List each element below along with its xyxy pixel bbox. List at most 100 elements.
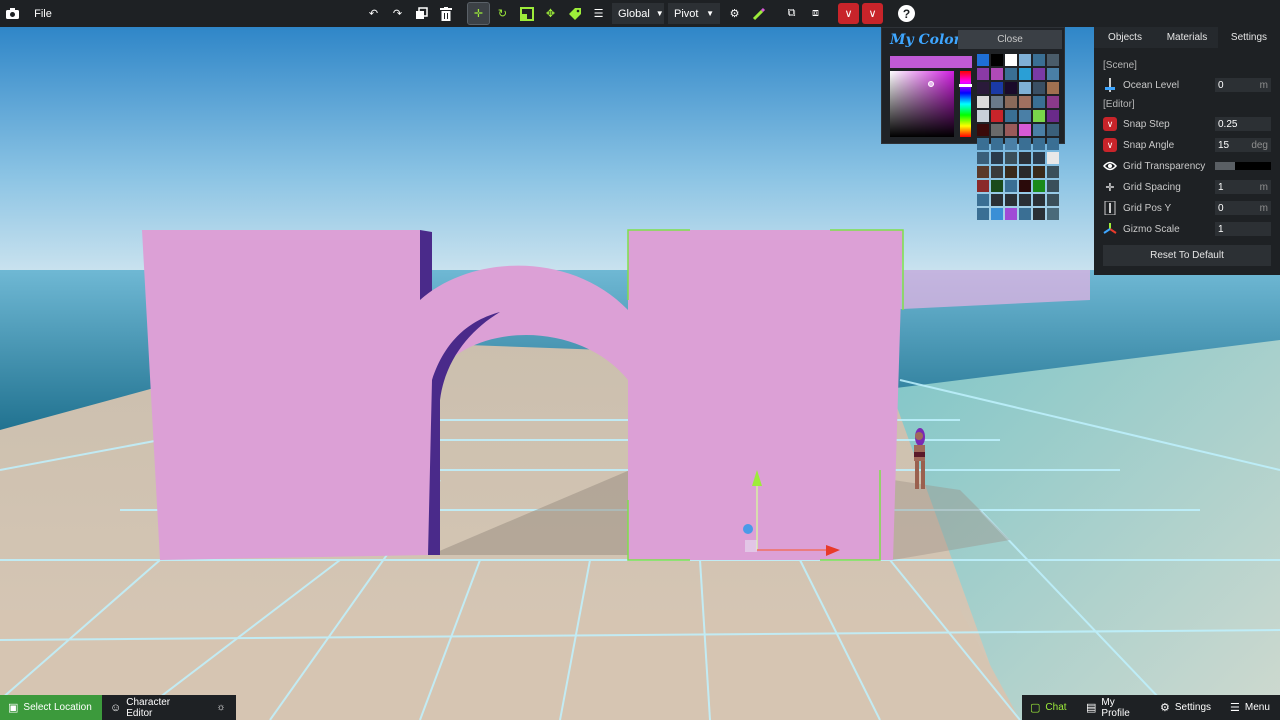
color-swatch[interactable]	[1019, 110, 1031, 122]
color-swatch[interactable]	[1033, 124, 1045, 136]
sv-handle[interactable]	[928, 81, 934, 87]
color-swatch[interactable]	[1005, 96, 1017, 108]
paint-tag-icon[interactable]	[564, 3, 585, 24]
ocean-level-input[interactable]: 0 m	[1215, 78, 1271, 92]
color-swatch[interactable]	[991, 96, 1003, 108]
menu-button[interactable]: ☰ Menu	[1222, 695, 1280, 720]
color-swatch[interactable]	[1019, 68, 1031, 80]
color-swatch[interactable]	[977, 54, 989, 66]
color-swatch[interactable]	[977, 138, 989, 150]
snap-magnet-icon[interactable]: ∨	[838, 3, 859, 24]
lighting-button[interactable]: ☼	[206, 695, 236, 720]
frame-all-icon[interactable]: ⧈	[805, 3, 826, 24]
color-swatch[interactable]	[1047, 152, 1059, 164]
color-swatch[interactable]	[1005, 110, 1017, 122]
color-swatch[interactable]	[1047, 138, 1059, 150]
color-swatch[interactable]	[991, 138, 1003, 150]
color-swatch[interactable]	[1019, 138, 1031, 150]
color-swatch[interactable]	[991, 82, 1003, 94]
color-swatch[interactable]	[1005, 208, 1017, 220]
wall-left-block[interactable]	[142, 230, 428, 560]
color-swatch[interactable]	[977, 166, 989, 178]
color-swatch[interactable]	[1019, 82, 1031, 94]
color-swatch[interactable]	[977, 68, 989, 80]
reset-to-default-button[interactable]: Reset To Default	[1103, 245, 1271, 266]
pivot-mode-dropdown[interactable]: Pivot ▼	[668, 3, 720, 24]
color-swatch[interactable]	[1005, 54, 1017, 66]
color-swatch[interactable]	[1005, 166, 1017, 178]
picker-close-button[interactable]: Close	[958, 30, 1062, 49]
color-swatch[interactable]	[1033, 96, 1045, 108]
color-swatch[interactable]	[1047, 110, 1059, 122]
color-swatch[interactable]	[991, 208, 1003, 220]
color-swatch[interactable]	[1019, 124, 1031, 136]
color-swatch[interactable]	[1033, 82, 1045, 94]
list-icon[interactable]: ☰	[588, 3, 609, 24]
hue-slider[interactable]	[959, 71, 972, 137]
tab-objects[interactable]: Objects	[1094, 27, 1156, 48]
rotate-tool-icon[interactable]: ↻	[492, 3, 513, 24]
color-swatch[interactable]	[1005, 68, 1017, 80]
color-swatch[interactable]	[1019, 54, 1031, 66]
color-swatch[interactable]	[991, 152, 1003, 164]
scale-tool-icon[interactable]	[516, 3, 537, 24]
color-swatch[interactable]	[1033, 68, 1045, 80]
grid-pos-y-input[interactable]: 0 m	[1215, 201, 1271, 215]
color-swatch[interactable]	[991, 124, 1003, 136]
color-swatch[interactable]	[1033, 152, 1045, 164]
snap-angle-input[interactable]: 15 deg	[1215, 138, 1271, 152]
color-swatch[interactable]	[1033, 166, 1045, 178]
color-swatch[interactable]	[1047, 82, 1059, 94]
space-mode-dropdown[interactable]: Global ▼	[612, 3, 664, 24]
character-editor-button[interactable]: ☺ Character Editor	[102, 695, 206, 720]
color-swatch[interactable]	[977, 124, 989, 136]
multi-transform-icon[interactable]: ✥	[540, 3, 561, 24]
color-swatch[interactable]	[977, 194, 989, 206]
color-swatch[interactable]	[1033, 194, 1045, 206]
color-picker-icon[interactable]	[748, 3, 769, 24]
snap-step-input[interactable]: 0.25	[1215, 117, 1271, 131]
color-swatch[interactable]	[991, 180, 1003, 192]
color-swatch[interactable]	[977, 152, 989, 164]
select-location-button[interactable]: ▣ Select Location	[0, 695, 102, 720]
color-swatch[interactable]	[1005, 152, 1017, 164]
snap-settings-icon[interactable]: ⚙	[724, 3, 745, 24]
color-swatch[interactable]	[1019, 152, 1031, 164]
color-swatch[interactable]	[1019, 166, 1031, 178]
delete-icon[interactable]	[435, 3, 456, 24]
color-swatch[interactable]	[1047, 68, 1059, 80]
color-swatch[interactable]	[1005, 180, 1017, 192]
color-swatch[interactable]	[977, 110, 989, 122]
color-swatch[interactable]	[1033, 110, 1045, 122]
settings-button[interactable]: ⚙ Settings	[1152, 695, 1222, 720]
tab-materials[interactable]: Materials	[1156, 27, 1218, 48]
color-swatch[interactable]	[1033, 180, 1045, 192]
color-swatch[interactable]	[991, 54, 1003, 66]
gizmo-scale-input[interactable]: 1	[1215, 222, 1271, 236]
color-swatch[interactable]	[1047, 96, 1059, 108]
color-swatch[interactable]	[1047, 54, 1059, 66]
color-swatch[interactable]	[1019, 180, 1031, 192]
angle-magnet-icon[interactable]: ∨	[862, 3, 883, 24]
color-swatch[interactable]	[977, 96, 989, 108]
wall-right-block[interactable]	[628, 230, 903, 560]
color-swatch[interactable]	[1005, 82, 1017, 94]
camera-icon[interactable]	[2, 3, 23, 24]
color-swatch[interactable]	[1033, 54, 1045, 66]
focus-icon[interactable]: ⧉	[781, 3, 802, 24]
file-menu[interactable]: File	[30, 3, 56, 24]
color-swatch[interactable]	[991, 166, 1003, 178]
color-swatch[interactable]	[1047, 208, 1059, 220]
color-swatch[interactable]	[977, 180, 989, 192]
move-tool-icon[interactable]: ✛	[467, 2, 490, 25]
color-swatch[interactable]	[1047, 194, 1059, 206]
color-swatch[interactable]	[977, 208, 989, 220]
help-icon[interactable]: ?	[898, 5, 915, 22]
color-swatch[interactable]	[991, 194, 1003, 206]
color-swatch[interactable]	[1047, 124, 1059, 136]
color-swatch[interactable]	[991, 68, 1003, 80]
viewport-scene[interactable]	[0, 0, 1280, 720]
redo-icon[interactable]: ↷	[387, 3, 408, 24]
undo-icon[interactable]: ↶	[363, 3, 384, 24]
saturation-value-box[interactable]	[890, 71, 954, 137]
